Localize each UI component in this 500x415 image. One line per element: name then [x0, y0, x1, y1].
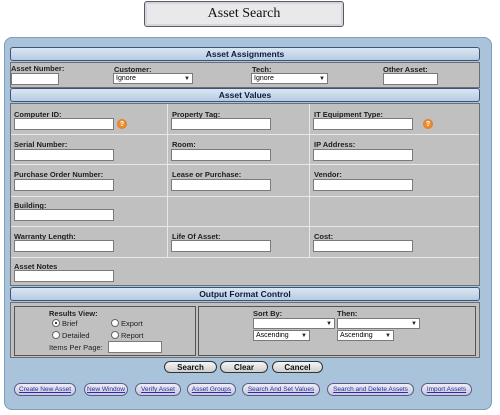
asset-values-panel	[10, 103, 480, 286]
grid-divider	[167, 104, 168, 258]
sort-order-value-1: Ascending	[256, 332, 289, 339]
other-asset-input[interactable]	[383, 73, 438, 85]
purchase-order-number-input[interactable]	[14, 179, 114, 191]
chevron-down-icon: ▼	[319, 75, 325, 82]
report-radio[interactable]	[111, 331, 119, 339]
building-input[interactable]	[14, 209, 114, 221]
sort-order-value-2: Ascending	[340, 332, 373, 339]
asset-groups-link[interactable]: Asset Groups	[187, 383, 236, 396]
then-select[interactable]: ▼	[337, 318, 420, 329]
lease-or-purchase-label: Lease or Purchase:	[172, 170, 242, 179]
grid-divider	[11, 164, 479, 165]
detailed-radio[interactable]	[52, 331, 60, 339]
ip-address-label: IP Address:	[314, 140, 356, 149]
lease-or-purchase-input[interactable]	[171, 179, 271, 191]
vendor-label: Vendor:	[314, 170, 342, 179]
serial-number-label: Serial Number:	[14, 140, 68, 149]
chevron-down-icon: ▼	[184, 75, 190, 82]
cost-input[interactable]	[313, 240, 413, 252]
help-icon[interactable]: ?	[423, 119, 433, 129]
report-radio-label: Report	[121, 331, 144, 340]
search-and-delete-assets-link[interactable]: Search and Delete Assets	[327, 383, 414, 396]
help-icon[interactable]: ?	[117, 119, 127, 129]
detailed-radio-label: Detailed	[62, 331, 90, 340]
create-new-asset-link[interactable]: Create New Asset	[14, 383, 76, 396]
items-per-page-label: Items Per Page:	[49, 343, 103, 352]
sort-order-select-2[interactable]: Ascending ▼	[337, 330, 394, 341]
export-radio-label: Export	[121, 319, 143, 328]
chevron-down-icon: ▼	[301, 332, 307, 339]
grid-divider	[309, 104, 310, 258]
verify-asset-link[interactable]: Verify Asset	[135, 383, 181, 396]
purchase-order-number-label: Purchase Order Number:	[14, 170, 104, 179]
sort-by-label: Sort By:	[253, 309, 283, 318]
customer-select[interactable]: Ignore ▼	[113, 73, 193, 84]
grid-divider	[11, 226, 479, 227]
brief-radio-label: Brief	[62, 319, 78, 328]
sort-order-select-1[interactable]: Ascending ▼	[253, 330, 310, 341]
it-equipment-type-input[interactable]	[313, 118, 413, 130]
customer-select-value: Ignore	[116, 75, 136, 82]
chevron-down-icon: ▼	[326, 320, 332, 327]
page-title: Asset Search	[144, 1, 344, 27]
asset-number-label: Asset Number:	[11, 64, 65, 73]
items-per-page-input[interactable]	[108, 341, 162, 353]
room-input[interactable]	[171, 149, 271, 161]
warranty-length-input[interactable]	[14, 240, 114, 252]
results-view-box	[14, 306, 196, 356]
brief-radio[interactable]	[52, 319, 60, 327]
then-label: Then:	[337, 309, 358, 318]
chevron-down-icon: ▼	[385, 332, 391, 339]
cancel-button[interactable]: Cancel	[272, 361, 323, 373]
room-label: Room:	[172, 140, 196, 149]
computer-id-input[interactable]	[14, 118, 114, 130]
ip-address-input[interactable]	[313, 149, 413, 161]
asset-notes-input[interactable]	[14, 270, 114, 282]
grid-divider	[11, 134, 479, 135]
clear-button[interactable]: Clear	[220, 361, 268, 373]
chevron-down-icon: ▼	[411, 320, 417, 327]
search-and-set-values-link[interactable]: Search And Set Values	[242, 383, 320, 396]
export-radio[interactable]	[111, 319, 119, 327]
results-view-label: Results View:	[49, 309, 98, 318]
vendor-input[interactable]	[313, 179, 413, 191]
section-header-asset-values: Asset Values	[10, 88, 480, 102]
sort-by-select[interactable]: ▼	[253, 318, 335, 329]
tech-select[interactable]: Ignore ▼	[251, 73, 328, 84]
tech-select-value: Ignore	[254, 75, 274, 82]
property-tag-input[interactable]	[171, 118, 271, 130]
new-window-link[interactable]: New Window	[84, 383, 128, 396]
search-button[interactable]: Search	[164, 361, 217, 373]
serial-number-input[interactable]	[14, 149, 114, 161]
section-header-output-format-control: Output Format Control	[10, 287, 480, 301]
grid-divider	[11, 196, 479, 197]
grid-divider	[11, 257, 479, 258]
asset-number-input[interactable]	[11, 73, 59, 85]
import-assets-link[interactable]: Import Assets	[421, 383, 472, 396]
section-header-asset-assignments: Asset Assignments	[10, 47, 480, 61]
life-of-asset-input[interactable]	[171, 240, 271, 252]
